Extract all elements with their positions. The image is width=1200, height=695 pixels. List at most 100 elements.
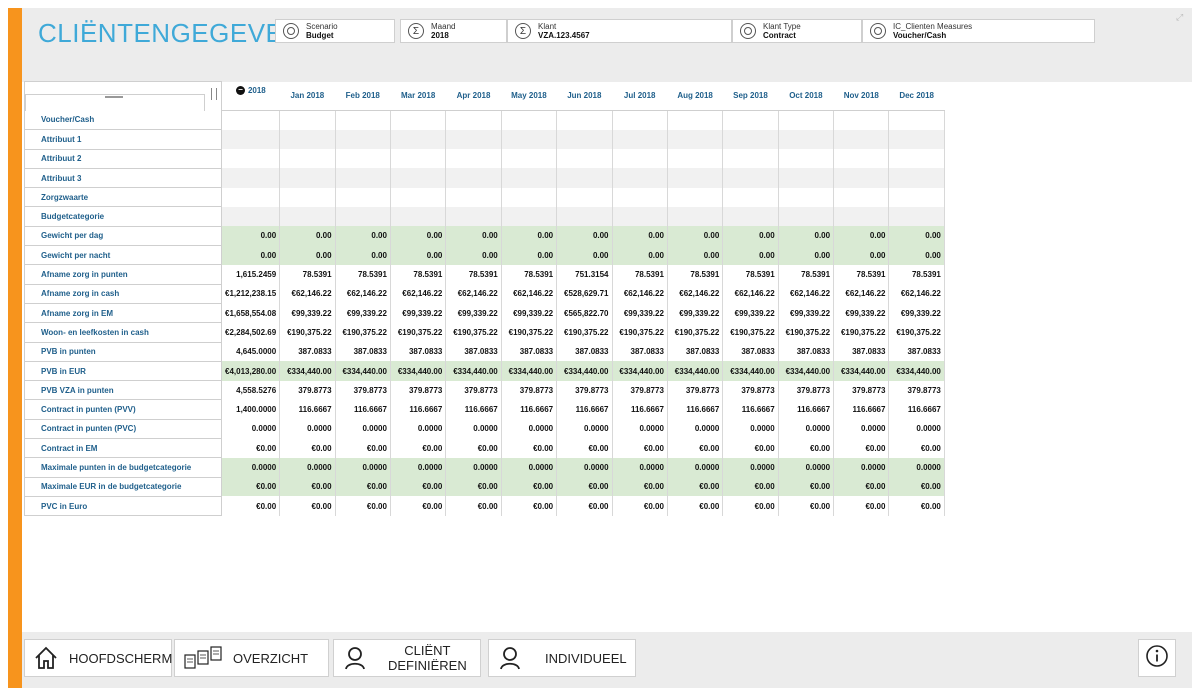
row-label[interactable]: Woon- en leefkosten in cash [24,322,222,343]
table-cell [221,187,281,207]
table-cell: 387.0833 [279,342,336,362]
table-cell: 379.8773 [445,380,502,400]
table-cell: 387.0833 [722,342,779,362]
table-cell [390,206,447,227]
filter-klant-type[interactable]: Klant Type Contract [732,19,862,43]
table-cell: €0.00 [722,496,779,516]
column-header-month[interactable]: Mar 2018 [390,81,446,111]
table-cell [833,206,890,227]
client-definieren-button[interactable]: CLIËNT DEFINIËREN [333,639,481,677]
column-header-month[interactable]: Aug 2018 [667,81,723,111]
row-label[interactable]: PVB in punten [24,342,222,362]
table-cell [722,129,779,150]
row-label[interactable]: PVB in EUR [24,361,222,382]
column-header-month[interactable]: Jun 2018 [556,81,613,111]
table-row: Maximale punten in de budgetcategorie 0.0… [24,457,945,478]
table-cell [335,129,391,150]
table-cell: 0.0000 [279,457,336,478]
table-cell: 0.0000 [833,419,890,439]
row-label[interactable]: Contract in punten (PVV) [24,399,222,420]
table-cell: 379.8773 [888,380,945,400]
overzicht-button-label: OVERZICHT [233,650,309,666]
table-cell: 116.6667 [501,399,558,420]
row-label[interactable]: Gewicht per nacht [24,245,222,266]
column-header-month[interactable]: Dec 2018 [888,81,945,111]
table-cell: €0.00 [612,496,668,516]
row-label[interactable]: Attribuut 1 [24,129,222,150]
table-cell: 116.6667 [445,399,502,420]
expand-icon[interactable]: ⤢ [1176,12,1186,22]
column-header-month[interactable]: May 2018 [501,81,557,111]
filter-maand[interactable]: Σ Maand 2018 [400,19,507,43]
row-label[interactable]: Maximale EUR in de budgetcategorie [24,477,222,497]
row-label[interactable]: Budgetcategorie [24,206,222,227]
table-cell: 379.8773 [390,380,447,400]
filter-scenario[interactable]: Scenario Budget [275,19,395,43]
filter-klant[interactable]: Σ Klant VZA.123.4567 [507,19,732,43]
home-button[interactable]: HOOFDSCHERM [24,639,172,677]
row-label[interactable]: Gewicht per dag [24,226,222,247]
menu-icon[interactable] [105,96,123,98]
table-cell: €62,146.22 [390,284,447,304]
row-label[interactable]: Afname zorg in cash [24,284,222,304]
column-header-month[interactable]: Apr 2018 [445,81,502,111]
row-label[interactable]: Contract in punten (PVC) [24,419,222,440]
table-cell: 116.6667 [722,399,779,420]
table-cell: 387.0833 [612,342,668,362]
table-cell: €0.00 [335,438,391,458]
row-label[interactable]: PVC in Euro [24,496,222,517]
table-row: Afname zorg in punten 1,615.2459 78.5391 78… [24,264,945,285]
table-cell: 78.5391 [279,264,336,285]
table-cell: €0.00 [556,438,613,458]
table-cell: 0.00 [335,226,391,246]
column-header-month[interactable]: Oct 2018 [778,81,834,111]
filter-clienten-measures[interactable]: IC_Clienten Measures Voucher/Cash [862,19,1095,43]
row-label[interactable]: Voucher/Cash [24,110,222,131]
table-cell [335,149,391,169]
table-cell [221,206,281,227]
table-cell: €334,440.00 [722,361,779,381]
filter-label: IC_Clienten Measures [893,22,973,31]
table-cell: €528,629.71 [556,284,613,304]
table-cell [445,149,502,169]
table-cell: €190,375.22 [445,322,502,343]
table-cell: 116.6667 [556,399,613,420]
table-cell: €0.00 [279,477,336,497]
table-cell: 4,558.5276 [221,380,281,400]
individueel-button-label: INDIVIDUEEL [545,650,627,666]
column-header-month[interactable]: Jul 2018 [612,81,668,111]
info-button[interactable] [1138,639,1176,677]
table-cell: 0.00 [833,245,890,265]
column-header-label: Oct 2018 [789,91,823,101]
column-header-month[interactable]: Jan 2018 [279,81,336,111]
row-label[interactable]: Attribuut 2 [24,149,222,169]
table-cell: 387.0833 [833,342,890,362]
column-header-month[interactable]: Sep 2018 [722,81,779,111]
table-cell: €190,375.22 [833,322,890,343]
table-cell: 0.0000 [501,419,558,439]
row-label[interactable]: Attribuut 3 [24,168,222,189]
row-label[interactable]: Afname zorg in EM [24,303,222,324]
column-header-month[interactable]: Nov 2018 [833,81,889,111]
table-cell: €334,440.00 [888,361,945,381]
table-row: Attribuut 1 [24,129,945,150]
column-header-month[interactable]: Feb 2018 [335,81,391,111]
table-cell: 0.00 [612,245,668,265]
overzicht-button[interactable]: OVERZICHT [174,639,329,677]
table-cell: €62,146.22 [501,284,558,304]
row-label[interactable]: PVB VZA in punten [24,380,222,401]
row-label[interactable]: Afname zorg in punten [24,264,222,285]
column-header-year[interactable]: −2018 [221,81,280,111]
table-cell [221,168,281,188]
table-cell: 78.5391 [612,264,668,285]
table-cell: €0.00 [445,477,502,497]
row-label[interactable]: Contract in EM [24,438,222,459]
collapse-icon[interactable]: − [235,85,245,95]
table-cell: 0.00 [390,245,447,265]
column-resize-handle[interactable] [211,88,217,100]
individueel-button[interactable]: INDIVIDUEEL [488,639,636,677]
table-cell: €1,658,554.08 [221,303,281,323]
row-label[interactable]: Maximale punten in de budgetcategorie [24,457,222,478]
row-label[interactable]: Zorgzwaarte [24,187,222,208]
table-cell: 0.00 [445,245,502,265]
